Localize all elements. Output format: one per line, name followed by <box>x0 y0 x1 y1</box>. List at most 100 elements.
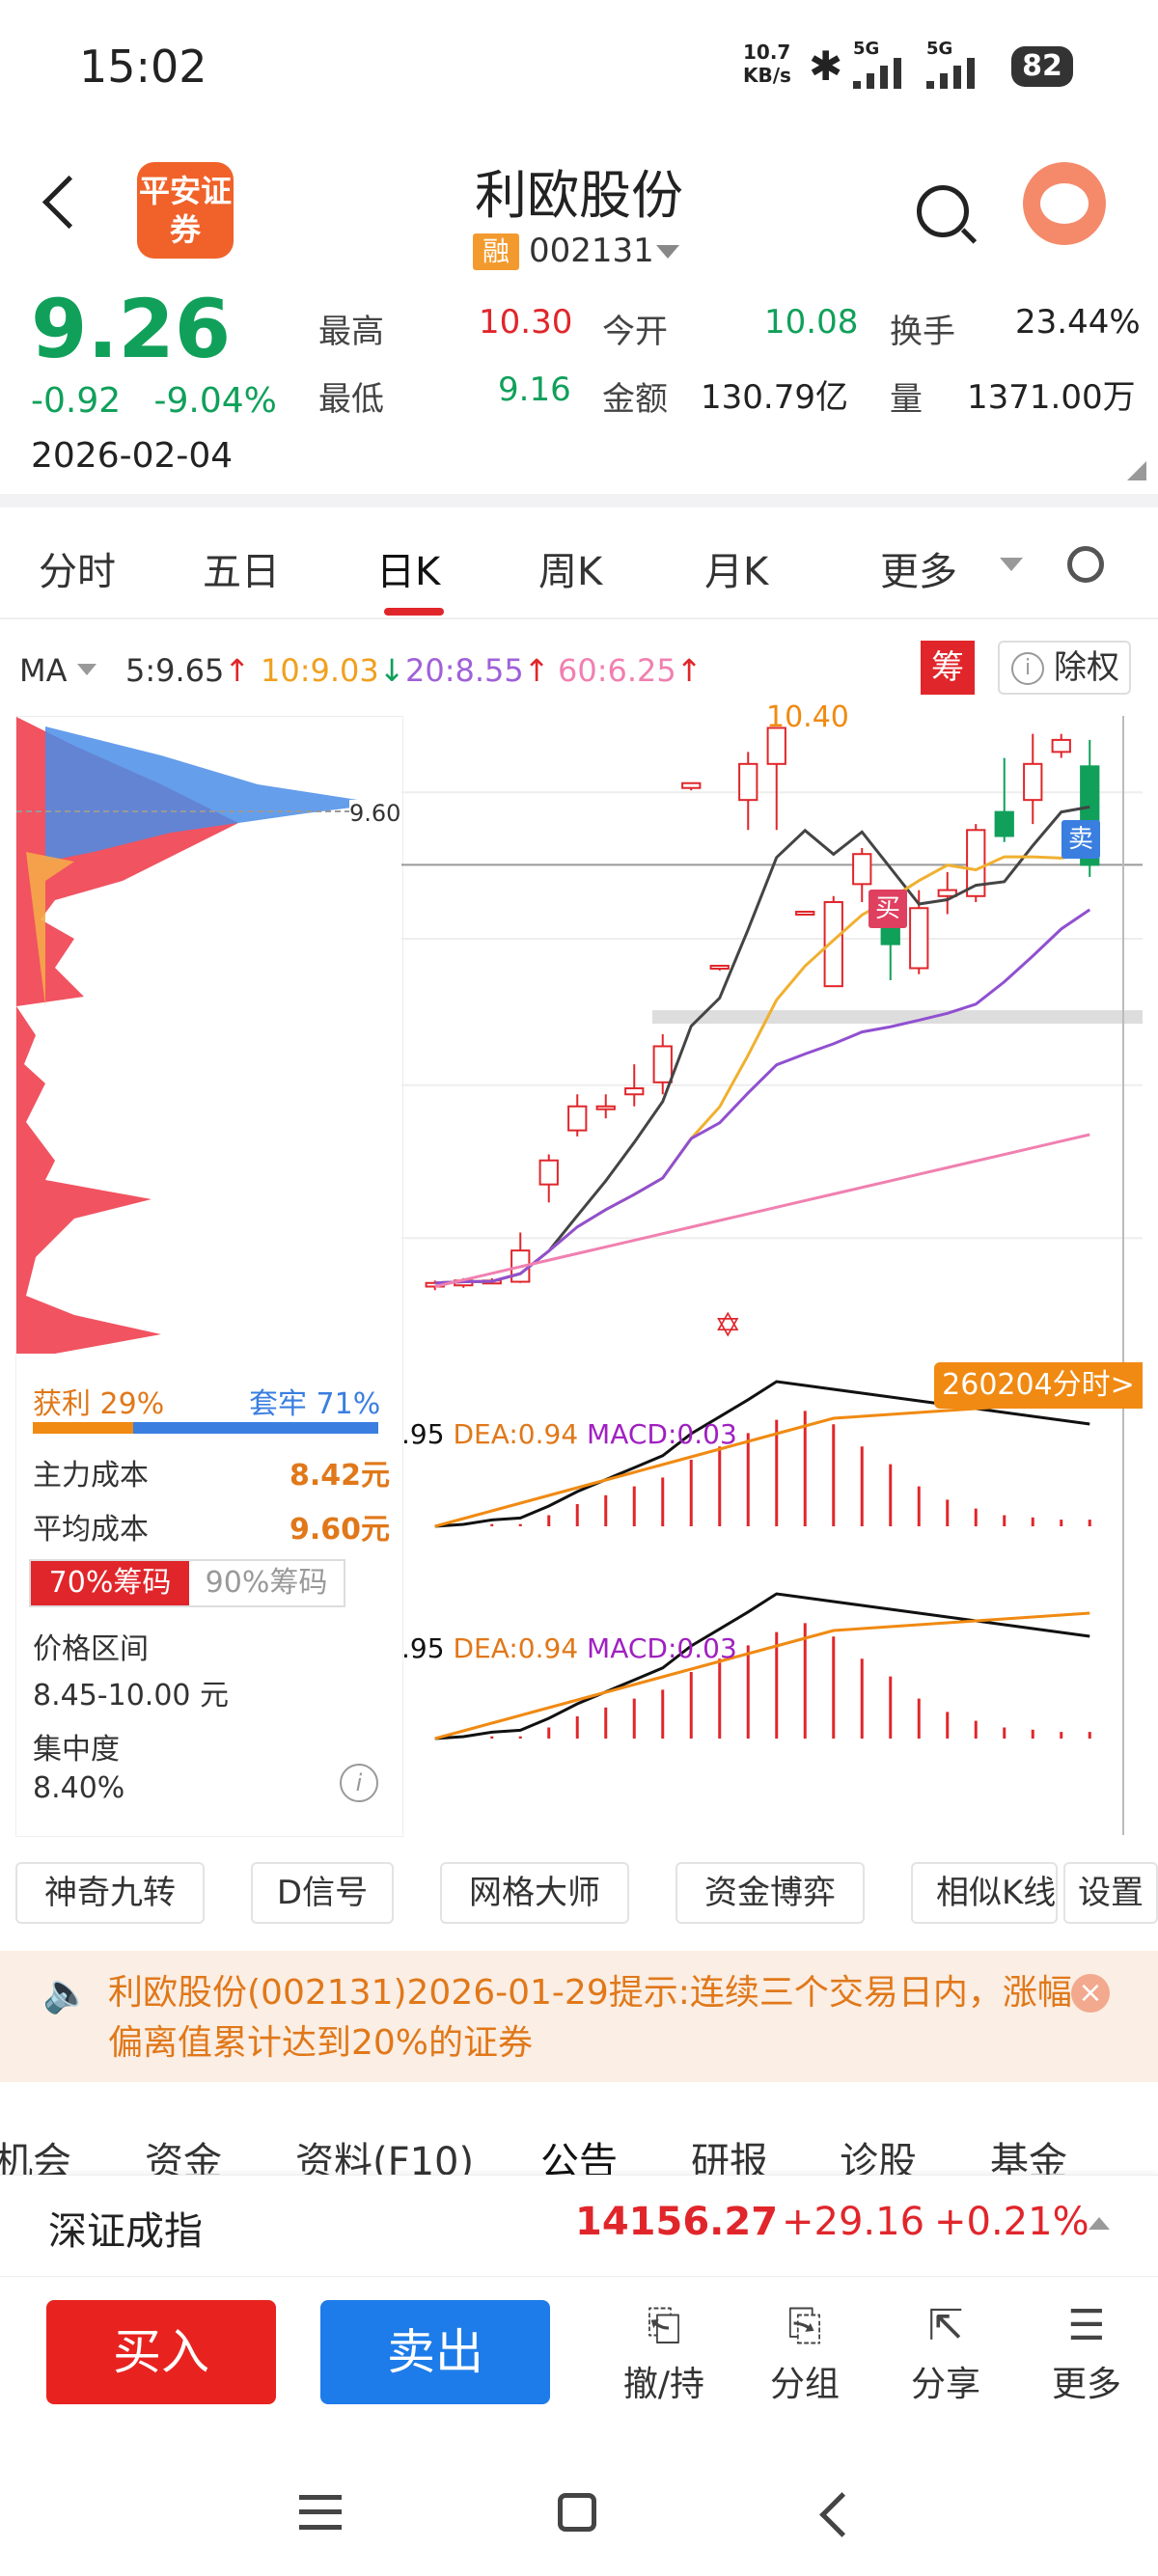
ex-rights-button[interactable]: i 除权 <box>998 641 1131 695</box>
open-label: 今开 <box>602 313 668 351</box>
buy-signal-badge: 买 <box>868 890 907 928</box>
minute-chart-link[interactable]: 260204分时> <box>934 1362 1143 1409</box>
candle <box>681 781 702 789</box>
more-chevron-icon[interactable] <box>1000 558 1023 571</box>
gear-icon[interactable] <box>1067 546 1104 583</box>
tab-funds[interactable]: 资金 <box>145 2130 222 2179</box>
ma10-line <box>434 851 1090 1285</box>
tab-more[interactable]: 更多 <box>880 540 957 596</box>
list-icon: ☰ <box>1067 2301 1106 2350</box>
tab-intraday[interactable]: 分时 <box>39 540 116 596</box>
candle <box>652 1045 673 1083</box>
index-value: 14156.27 <box>575 2200 779 2244</box>
signal-5g-label-2: 5G <box>926 39 953 59</box>
more-button[interactable]: ☰ 更多 <box>1029 2296 1144 2406</box>
tab-profile[interactable]: 资料(F10) <box>295 2130 474 2179</box>
trapped-ratio: 套牢 71% <box>249 1387 381 1421</box>
tab-monthly-k[interactable]: 月K <box>704 540 768 596</box>
ma20-value: 20:8.55↑ <box>405 652 550 689</box>
sell-button[interactable]: 卖出 <box>320 2300 550 2404</box>
change-pct: -9.04% <box>153 381 277 421</box>
back-nav-icon[interactable] <box>819 2492 865 2537</box>
candle <box>538 1159 559 1186</box>
chip70-option[interactable]: 70%筹码 <box>31 1561 189 1605</box>
candle <box>1051 738 1071 754</box>
tool-grid-master[interactable]: 网格大师 <box>440 1862 629 1924</box>
high-label: 最高 <box>318 313 384 351</box>
ma10-value: 10:9.03↓ <box>261 652 405 689</box>
menu-icon[interactable] <box>299 2495 342 2530</box>
index-change-pct: +0.21% <box>934 2200 1089 2244</box>
chip90-option[interactable]: 90%筹码 <box>189 1561 344 1605</box>
ma-dropdown-icon[interactable] <box>77 664 96 675</box>
network-speed: 10.7 KB/s <box>743 41 791 87</box>
candle <box>852 853 872 886</box>
chevron-up-icon[interactable] <box>1089 2217 1110 2230</box>
group-button[interactable]: ⎘ 分组 <box>747 2296 863 2406</box>
chip-range-toggle[interactable]: 70%筹码 90%筹码 <box>29 1559 345 1607</box>
volume-label: 量 <box>890 380 923 419</box>
main-cost-value: 8.42元 <box>290 1459 391 1493</box>
tool-similar-k[interactable]: 相似K线 <box>911 1862 1058 1924</box>
chevron-down-icon[interactable] <box>656 245 679 259</box>
sell-signal-badge: 卖 <box>1062 820 1100 859</box>
close-icon[interactable]: × <box>1071 1974 1110 2013</box>
candle <box>567 1105 588 1132</box>
tab-five-day[interactable]: 五日 <box>203 540 280 596</box>
tab-opportunity[interactable]: 机会 <box>0 2130 71 2179</box>
tab-fund[interactable]: 基金 <box>990 2130 1067 2179</box>
support-band <box>652 1010 1143 1025</box>
tool-settings[interactable]: 设置 <box>1063 1862 1158 1924</box>
group-label: 分组 <box>769 2365 840 2404</box>
share-icon: ⇱ <box>927 2301 964 2350</box>
share-button[interactable]: ⇱ 分享 <box>888 2296 1004 2406</box>
avg-cost-marker: 9.60 <box>349 800 401 827</box>
tab-research[interactable]: 研报 <box>691 2130 768 2179</box>
candle <box>624 1087 645 1096</box>
ma-label[interactable]: MA <box>19 652 68 689</box>
low-label: 最低 <box>318 380 384 419</box>
tool-magic-nine[interactable]: 神奇九转 <box>15 1862 205 1924</box>
chip-toggle-button[interactable]: 筹 <box>921 641 975 695</box>
bottom-tab-strip: 机会 资金 资料(F10) 公告 研报 诊股 基金 <box>0 2111 1158 2179</box>
home-icon[interactable] <box>558 2493 596 2532</box>
tool-d-signal[interactable]: D信号 <box>251 1862 394 1924</box>
price-range-label: 价格区间 <box>33 1632 149 1666</box>
profit-trapped-bar <box>33 1422 378 1434</box>
avatar[interactable] <box>1023 162 1106 245</box>
cancel-hold-label: 撤/持 <box>622 2365 705 2404</box>
change-value: -0.92 <box>31 381 122 421</box>
low-value: 9.16 <box>498 370 571 409</box>
ex-rights-label: 除权 <box>1054 648 1119 687</box>
cancel-hold-button[interactable]: ⎗ 撤/持 <box>606 2296 722 2406</box>
profit-ratio: 获利 29% <box>33 1387 165 1421</box>
tab-diagnosis[interactable]: 诊股 <box>840 2130 917 2179</box>
stock-code[interactable]: 002131 <box>529 232 654 270</box>
ma20-line <box>434 908 1091 1285</box>
info-icon: i <box>1011 652 1044 685</box>
expand-corner-icon[interactable] <box>1127 461 1146 480</box>
tab-weekly-k[interactable]: 周K <box>538 540 602 596</box>
volume-value: 1371.00万 <box>967 378 1136 417</box>
chip-distribution-panel: 9.60 <box>15 716 403 1837</box>
price-range-value: 8.45-10.00 元 <box>33 1679 230 1713</box>
candle <box>795 910 815 916</box>
bluetooth-icon: ✱ <box>809 42 843 90</box>
share-label: 分享 <box>910 2365 980 2404</box>
tab-daily-k[interactable]: 日K <box>376 540 440 596</box>
star-marker-icon: ✡ <box>714 1306 742 1345</box>
current-price: 9.26 <box>31 282 232 376</box>
high-value: 10.30 <box>479 303 573 342</box>
alert-text[interactable]: 利欧股份(002131)2026-01-29提示:连续三个交易日内，涨幅偏离值累… <box>108 1968 1073 2069</box>
info-icon[interactable]: i <box>340 1764 378 1802</box>
tool-fund-game[interactable]: 资金博弈 <box>676 1862 865 1924</box>
candle <box>909 907 929 970</box>
buy-button[interactable]: 买入 <box>46 2300 276 2404</box>
search-icon[interactable] <box>917 185 969 237</box>
kline-chart[interactable] <box>401 716 1143 1835</box>
tab-announcements[interactable]: 公告 <box>540 2130 618 2179</box>
macd-legend-1: .95 DEA:0.94 MACD:0.03 <box>401 1418 737 1450</box>
status-time: 15:02 <box>79 41 207 93</box>
profit-bar-fill <box>33 1422 133 1434</box>
avg-cost-label: 平均成本 <box>33 1513 149 1547</box>
